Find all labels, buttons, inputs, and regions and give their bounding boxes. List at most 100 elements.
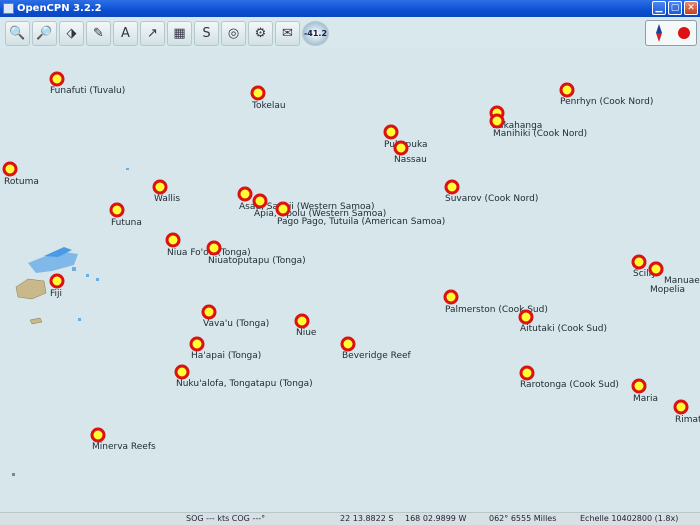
mob-button[interactable]: ◎ [221,20,246,46]
main-toolbar: 🔍 🔎 ⬗ ✎ A ↗ ▦ S ◎ ⚙ ✉ -41.2 [0,17,700,49]
waypoint-marker-icon[interactable] [174,364,190,380]
waypoint-marker-icon[interactable] [519,365,535,381]
sog-cog-readout: SOG --- kts COG ---° [186,514,266,523]
compass-widget[interactable] [645,20,697,46]
waypoint-marker-icon[interactable] [518,309,534,325]
waypoint-marker-icon[interactable] [444,179,460,195]
place-label: Suvarov (Cook Nord) [445,194,539,204]
place-label: Rarotonga (Cook Sud) [520,380,619,390]
waypoint-marker-icon[interactable] [648,261,664,277]
waypoint-marker-icon[interactable] [275,201,291,217]
place-label: Niue [296,328,317,338]
zoom-out-button[interactable]: 🔎 [32,20,57,46]
waypoint-marker-icon[interactable] [189,336,205,352]
waypoint-marker-icon[interactable] [109,202,125,218]
waypoint-marker-icon[interactable] [206,240,222,256]
fiji-island-main [15,278,47,300]
maximize-icon[interactable]: ▢ [668,1,682,15]
waypoint-marker-icon[interactable] [340,336,356,352]
waypoint-marker-icon[interactable] [559,82,575,98]
place-label: Maria [633,394,658,404]
place-label: Nassau [394,155,427,165]
place-label: Beveridge Reef [342,351,411,361]
reef-speck [86,274,89,277]
place-label: Tokelau [252,101,286,111]
waypoint-marker-icon[interactable] [252,193,268,209]
waypoint-marker-icon[interactable] [201,304,217,320]
place-label: Penrhyn (Cook Nord) [560,97,654,107]
zoom-out-icon: 🔎 [36,25,53,41]
route-button[interactable]: ↗ [140,20,165,46]
waypoint-marker-icon[interactable] [443,289,459,305]
waypoint-marker-icon[interactable] [49,71,65,87]
zoom-readout-value: -41.2 [303,28,328,38]
track-button[interactable]: S [194,20,219,46]
waypoint-marker-icon[interactable] [383,124,399,140]
settings-icon: ✉ [282,25,293,41]
scale-in-button[interactable]: ⬗ [59,20,84,46]
reef-speck [12,473,15,476]
chart-icon: ▦ [173,25,186,41]
waypoint-marker-icon[interactable] [90,427,106,443]
zoom-readout-button[interactable]: -41.2 [302,20,329,46]
longitude-readout: 168 02.9899 W [405,514,467,523]
waypoint-marker-icon[interactable] [237,186,253,202]
chart-canvas[interactable]: Funafuti (Tuvalu) Tokelau Penrhyn (Cook No… [0,49,700,512]
waypoint-marker-icon[interactable] [631,254,647,270]
place-label: Funafuti (Tuvalu) [50,86,126,96]
place-label: Wallis [154,194,181,204]
place-label: Manihiki (Cook Nord) [493,129,588,139]
window-controls: ▁ ▢ ✕ [652,1,698,15]
app-icon [3,3,14,14]
reef-speck [78,318,81,321]
reef-speck [126,168,129,170]
reef-speck [72,267,76,271]
pan-button[interactable]: ✎ [86,20,111,46]
text-button[interactable]: A [113,20,138,46]
bearing-distance-readout: 062° 6555 Milles [489,514,557,523]
place-label: Futuna [111,218,142,228]
pencil-icon: ✎ [93,25,104,41]
zoom-in-icon: 🔍 [9,25,26,41]
lifebuoy-icon: ◎ [227,25,240,41]
waypoint-marker-icon[interactable] [2,161,18,177]
track-icon: S [202,25,211,41]
reef-speck [96,278,99,281]
waypoint-marker-icon[interactable] [393,140,409,156]
route-icon: ↗ [147,25,158,41]
place-label: Pago Pago, Tutuila (American Samoa) [277,217,446,227]
place-label: Rotuma [4,177,39,187]
place-label: Fiji [50,289,63,299]
place-label: Ha'apai (Tonga) [191,351,262,361]
gps-status-icon [677,27,690,39]
place-label: Nuku'alofa, Tongatapu (Tonga) [176,379,313,389]
place-label: Vava'u (Tonga) [203,319,270,329]
place-label: Aitutaki (Cook Sud) [520,324,608,334]
latitude-readout: 22 13.8822 S [340,514,394,523]
place-label: Rimatara [675,415,700,425]
waypoint-marker-icon[interactable] [49,273,65,289]
ais-button[interactable]: ⚙ [248,20,273,46]
status-bar: SOG --- kts COG ---° 22 13.8822 S 168 02… [0,512,700,525]
waypoint-marker-icon[interactable] [489,113,505,129]
window-title: OpenCPN 3.2.2 [17,3,102,14]
waypoint-marker-icon[interactable] [294,313,310,329]
waypoint-marker-icon[interactable] [250,85,266,101]
chart-button[interactable]: ▦ [167,20,192,46]
waypoint-marker-icon[interactable] [631,378,647,394]
zoom-in-button[interactable]: 🔍 [5,20,30,46]
settings-button[interactable]: ✉ [275,20,300,46]
waypoint-marker-icon[interactable] [165,232,181,248]
close-icon[interactable]: ✕ [684,1,698,15]
minimize-icon[interactable]: ▁ [652,1,666,15]
place-label: Minerva Reefs [92,442,156,452]
fiji-island-small [29,317,43,325]
compass-icon [653,24,665,42]
ais-icon: ⚙ [254,25,267,41]
waypoint-marker-icon[interactable] [673,399,689,415]
place-label: Niuatoputapu (Tonga) [208,256,306,266]
text-icon: A [121,25,130,41]
waypoint-marker-icon[interactable] [152,179,168,195]
scale-readout: Echelle 10402800 (1.8x) [580,514,679,523]
place-label: Mopelia [650,285,686,295]
